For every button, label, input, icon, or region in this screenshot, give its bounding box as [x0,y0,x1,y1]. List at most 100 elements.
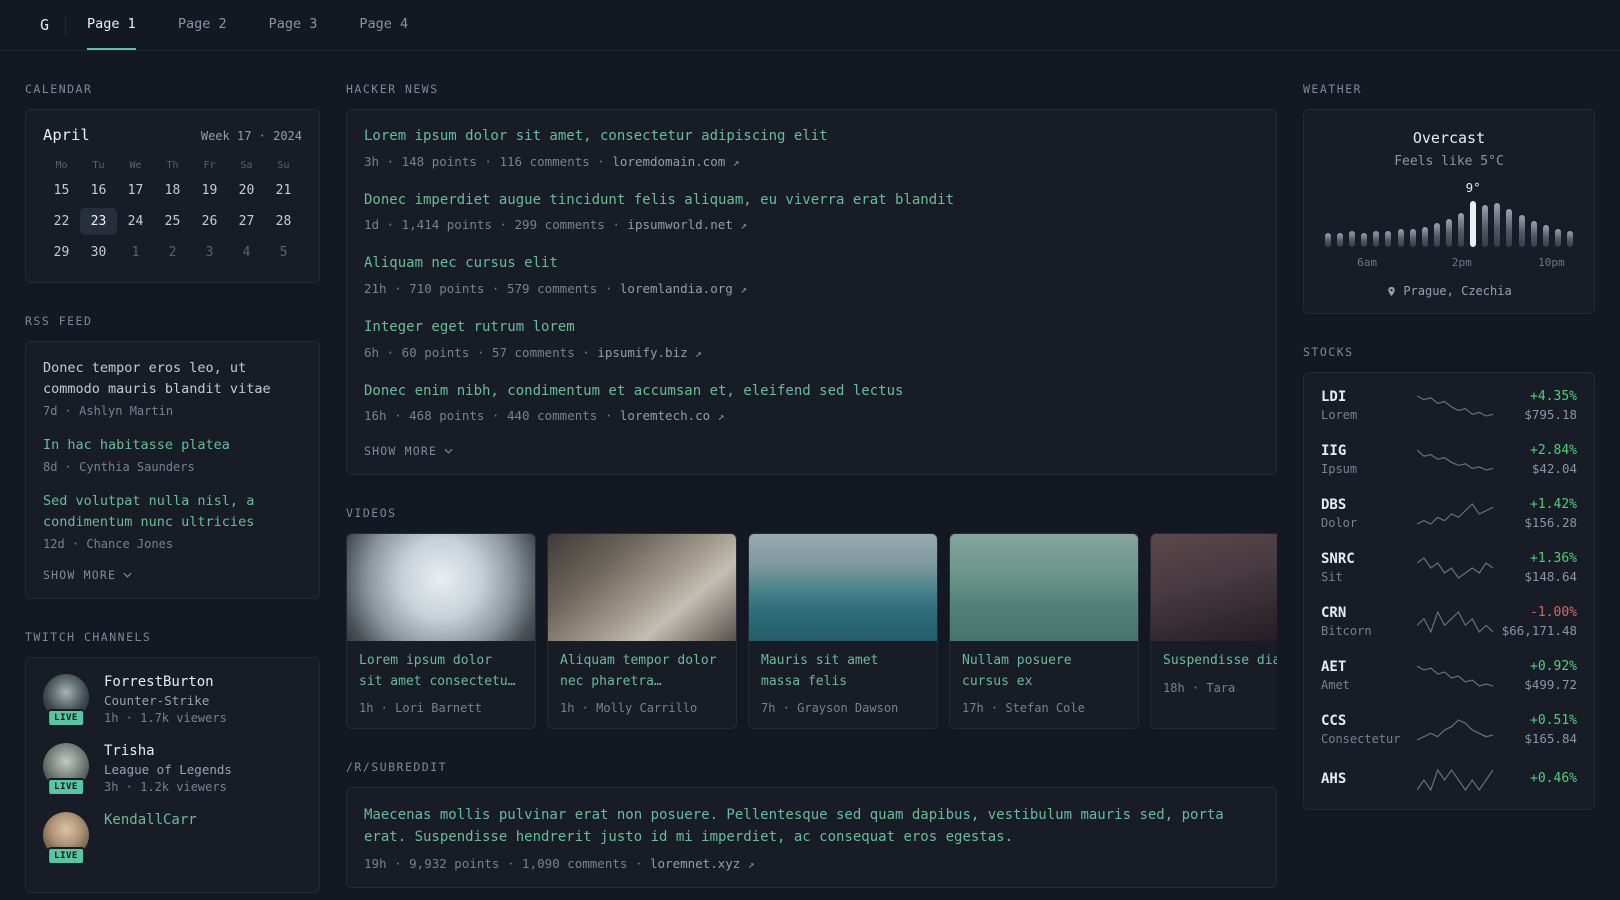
tab-page-1[interactable]: Page 1 [87,0,136,50]
video-card[interactable]: Suspendisse diam 18h · Tara [1150,533,1277,729]
hn-item-domain[interactable]: ipsumify.biz ↗ [597,345,701,360]
subreddit-post-domain[interactable]: loremnet.xyz ↗ [650,856,754,871]
hn-item-meta: 21h · 710 points · 579 comments · loreml… [364,281,1259,296]
stock-row[interactable]: CRN Bitcorn -1.00% $66,171.48 [1321,605,1577,638]
hn-show-more-button[interactable]: SHOW MORE [364,444,453,458]
rss-item: Sed volutpat nulla nisl, a condimentum n… [43,491,302,551]
weekday-label: Th [166,160,179,171]
video-title[interactable]: Suspendisse diam [1163,651,1277,671]
hn-item-title[interactable]: Donec enim nibh, condimentum et accumsan… [364,383,903,399]
videos-row: Lorem ipsum dolor sit amet consectetu… 1… [346,533,1277,729]
rss-item: In hac habitasse platea 8d · Cynthia Sau… [43,435,302,474]
twitch-channel-info: KendallCarr [104,812,197,831]
twitch-game[interactable]: League of Legends [104,762,232,777]
weather-condition: Overcast [1412,129,1486,147]
stock-row[interactable]: SNRC Sit +1.36% $148.64 [1321,551,1577,584]
video-title[interactable]: Lorem ipsum dolor sit amet consectetu… [359,651,523,691]
twitch-channel-name[interactable]: KendallCarr [104,812,197,828]
stock-row[interactable]: DBS Dolor +1.42% $156.28 [1321,497,1577,530]
app-logo[interactable]: G [40,0,65,50]
twitch-game[interactable]: Counter-Strike [104,693,227,708]
separator-dot: · [582,344,590,360]
hn-item-title[interactable]: Integer eget rutrum lorem [364,319,575,335]
video-title[interactable]: Nullam posuere cursus ex [962,651,1126,691]
dashboard-grid: CALENDAR April Week 17 · 2024 Mo Tu We T… [0,51,1620,893]
calendar-day: 27 [238,214,255,229]
domain-text: ipsumworld.net [627,217,733,233]
stock-row[interactable]: AHS +0.46% [1321,767,1577,793]
rss-item-title[interactable]: Donec tempor eros leo, ut commodo mauris… [43,360,271,397]
video-card[interactable]: Mauris sit amet massa felis 7h · Grayson… [748,533,938,729]
hn-item-meta: 6h · 60 points · 57 comments · ipsumify.… [364,345,1259,360]
stock-change: +0.46% [1530,771,1577,786]
center-column: HACKER NEWS Lorem ipsum dolor sit amet, … [346,51,1277,888]
video-card[interactable]: Nullam posuere cursus ex 17h · Stefan Co… [949,533,1139,729]
tab-page-4[interactable]: Page 4 [359,0,408,50]
twitch-avatar-wrap: LIVE [43,742,89,796]
subreddit-post-title[interactable]: Maecenas mollis pulvinar erat non posuer… [364,807,1224,845]
stock-name: Amet [1321,678,1350,692]
twitch-viewers: 1h · 1.7k viewers [104,710,227,725]
domain-text: loremlandia.org [619,281,733,297]
video-title[interactable]: Mauris sit amet massa felis [761,651,925,691]
stock-price: $42.04 [1531,461,1577,476]
chevron-down-icon [123,572,132,578]
calendar-day-next-month: 4 [242,245,251,260]
hn-item-domain[interactable]: loremtech.co ↗ [620,408,724,423]
subreddit-widget-title: /R/SUBREDDIT [346,759,448,774]
stock-symbol: AHS [1321,770,1347,787]
weekday-label: Tu [92,160,105,171]
video-card-body: Mauris sit amet massa felis 7h · Grayson… [749,641,937,727]
hn-item-stats: 1d · 1,414 points · 299 comments [364,217,605,233]
hacker-news-widget: HACKER NEWS Lorem ipsum dolor sit amet, … [346,82,1277,476]
twitch-channel-name[interactable]: ForrestBurton [104,674,227,690]
tab-page-3[interactable]: Page 3 [269,0,318,50]
stock-row[interactable]: CCS Consectetur +0.51% $165.84 [1321,713,1577,746]
hn-item-domain[interactable]: loremlandia.org ↗ [620,281,747,296]
separator-dot: · [634,855,643,871]
stock-row[interactable]: IIG Ipsum +2.84% $42.04 [1321,443,1577,476]
video-card[interactable]: Lorem ipsum dolor sit amet consectetu… 1… [346,533,536,729]
hn-item-domain[interactable]: loremdomain.com ↗ [612,154,739,169]
hn-item-title[interactable]: Donec imperdiet augue tincidunt felis al… [364,192,954,208]
chevron-down-icon [444,449,453,455]
rss-show-more-button[interactable]: SHOW MORE [43,568,132,582]
twitch-channel-name[interactable]: Trisha [104,743,232,759]
video-card[interactable]: Aliquam tempor dolor nec pharetra… 1h · … [547,533,737,729]
calendar-card: April Week 17 · 2024 Mo Tu We Th Fr Sa S… [25,109,320,283]
calendar-day-next-month: 2 [168,245,177,260]
hn-item-title[interactable]: Aliquam nec cursus elit [364,255,558,271]
external-link-icon: ↗ [740,219,747,233]
hn-item-domain[interactable]: ipsumworld.net ↗ [627,217,747,232]
weather-location-text: Prague, Czechia [1403,284,1512,298]
stock-symbol: CRN [1321,605,1347,621]
calendar-days-grid: 15 16 17 18 19 20 21 22 23 24 25 26 27 2… [43,177,302,266]
hn-item-title[interactable]: Lorem ipsum dolor sit amet, consectetur … [364,128,828,144]
video-meta: 1h · Lori Barnett [359,700,482,715]
calendar-day: 20 [238,183,255,198]
calendar-header-row: April Week 17 · 2024 [43,126,302,144]
video-meta: 1h · Molly Carrillo [560,700,698,715]
twitch-channel-row[interactable]: LIVE KendallCarr [43,811,302,865]
tab-page-2[interactable]: Page 2 [178,0,227,50]
twitch-channel-row[interactable]: LIVE ForrestBurton Counter-Strike 1h · 1… [43,673,302,727]
stock-row[interactable]: AET Amet +0.92% $499.72 [1321,659,1577,692]
hn-item-stats: 21h · 710 points · 579 comments [364,281,598,297]
live-badge: LIVE [47,708,85,727]
subreddit-post-meta: 19h · 9,932 points · 1,090 comments · lo… [364,856,1259,871]
calendar-month: April [43,126,90,144]
twitch-avatar-wrap: LIVE [43,673,89,727]
rss-item-title[interactable]: In hac habitasse platea [43,437,230,453]
video-card-body: Suspendisse diam 18h · Tara [1151,641,1277,707]
video-title[interactable]: Aliquam tempor dolor nec pharetra… [560,651,724,691]
stock-price: $148.64 [1524,569,1577,584]
domain-text: loremnet.xyz [650,855,741,871]
stock-change: -1.00% [1530,605,1577,620]
twitch-channel-row[interactable]: LIVE Trisha League of Legends 3h · 1.2k … [43,742,302,796]
rss-item-title[interactable]: Sed volutpat nulla nisl, a condimentum n… [43,493,254,530]
external-link-icon: ↗ [695,346,702,360]
separator-dot: · [597,153,605,169]
weather-location[interactable]: Prague, Czechia [1321,284,1577,298]
calendar-day-next-month: 1 [131,245,140,260]
stock-row[interactable]: LDI Lorem +4.35% $795.18 [1321,389,1577,422]
